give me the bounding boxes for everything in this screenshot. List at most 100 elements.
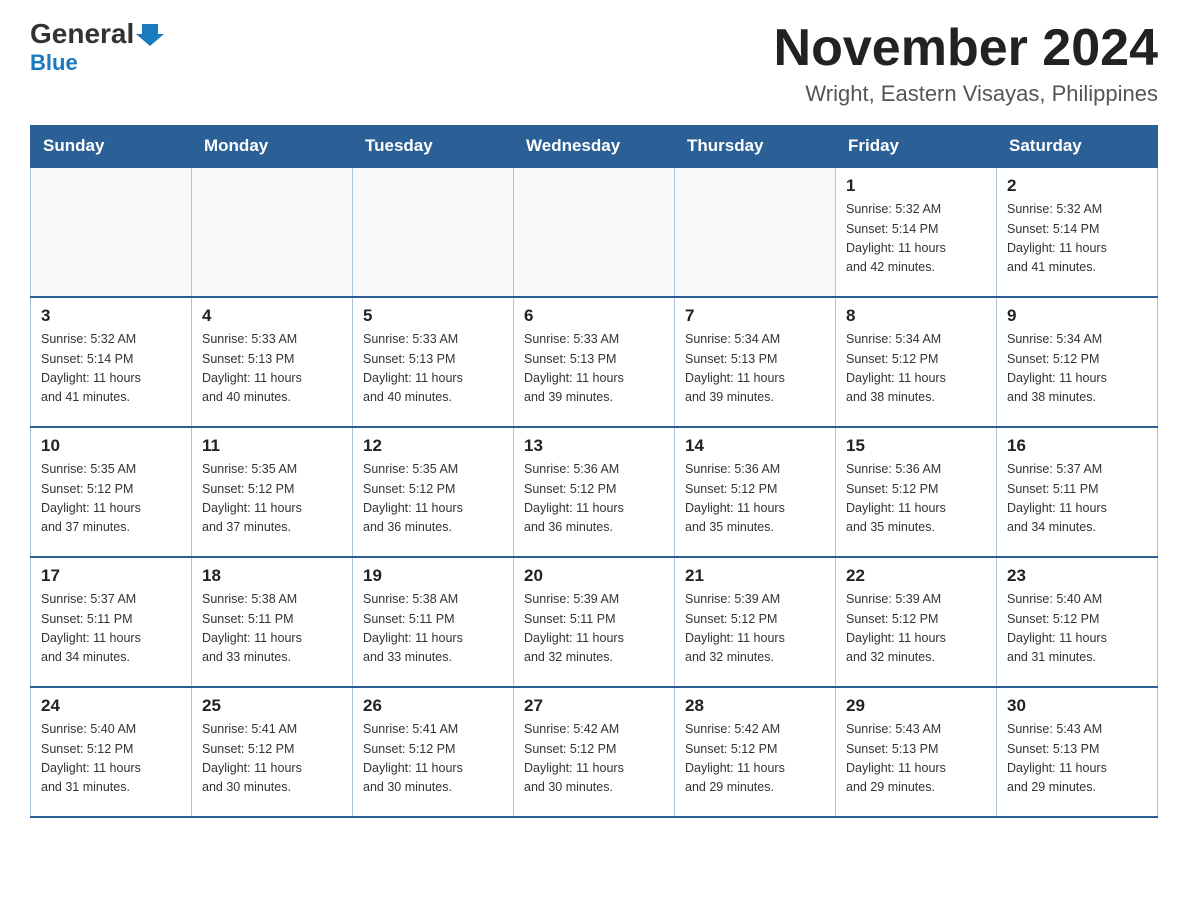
day-number: 28 — [685, 696, 825, 716]
day-info: Sunrise: 5:33 AM Sunset: 5:13 PM Dayligh… — [363, 330, 503, 408]
table-row — [514, 167, 675, 297]
calendar-header-row: Sunday Monday Tuesday Wednesday Thursday… — [31, 126, 1158, 168]
logo-blue-text: Blue — [30, 50, 78, 76]
table-row: 26 Sunrise: 5:41 AM Sunset: 5:12 PM Dayli… — [353, 687, 514, 817]
day-info: Sunrise: 5:34 AM Sunset: 5:12 PM Dayligh… — [846, 330, 986, 408]
table-row: 25 Sunrise: 5:41 AM Sunset: 5:12 PM Dayli… — [192, 687, 353, 817]
table-row: 13 Sunrise: 5:36 AM Sunset: 5:12 PM Dayli… — [514, 427, 675, 557]
table-row: 5Sunrise: 5:33 AM Sunset: 5:13 PM Daylig… — [353, 297, 514, 427]
header-saturday: Saturday — [997, 126, 1158, 168]
table-row: 24 Sunrise: 5:40 AM Sunset: 5:12 PM Dayli… — [31, 687, 192, 817]
day-number: 11 — [202, 436, 342, 456]
header-friday: Friday — [836, 126, 997, 168]
table-row: 8 Sunrise: 5:34 AM Sunset: 5:12 PM Daylig… — [836, 297, 997, 427]
logo-arrow-icon — [136, 20, 164, 48]
table-row: 15 Sunrise: 5:36 AM Sunset: 5:12 PM Dayli… — [836, 427, 997, 557]
table-row: 2Sunrise: 5:32 AM Sunset: 5:14 PM Daylig… — [997, 167, 1158, 297]
day-info: Sunrise: 5:39 AM Sunset: 5:12 PM Dayligh… — [846, 590, 986, 668]
day-number: 4 — [202, 306, 342, 326]
table-row: 28 Sunrise: 5:42 AM Sunset: 5:12 PM Dayli… — [675, 687, 836, 817]
day-info: Sunrise: 5:36 AM Sunset: 5:12 PM Dayligh… — [524, 460, 664, 538]
day-number: 27 — [524, 696, 664, 716]
table-row: 3 Sunrise: 5:32 AM Sunset: 5:14 PM Daylig… — [31, 297, 192, 427]
day-number: 3 — [41, 306, 181, 326]
table-row: 29Sunrise: 5:43 AM Sunset: 5:13 PM Dayli… — [836, 687, 997, 817]
table-row: 21 Sunrise: 5:39 AM Sunset: 5:12 PM Dayli… — [675, 557, 836, 687]
month-title: November 2024 — [774, 20, 1158, 77]
day-info: Sunrise: 5:42 AM Sunset: 5:12 PM Dayligh… — [524, 720, 664, 798]
table-row: 17Sunrise: 5:37 AM Sunset: 5:11 PM Dayli… — [31, 557, 192, 687]
day-number: 10 — [41, 436, 181, 456]
day-info: Sunrise: 5:34 AM Sunset: 5:13 PM Dayligh… — [685, 330, 825, 408]
table-row — [675, 167, 836, 297]
day-info: Sunrise: 5:35 AM Sunset: 5:12 PM Dayligh… — [363, 460, 503, 538]
table-row: 20 Sunrise: 5:39 AM Sunset: 5:11 PM Dayli… — [514, 557, 675, 687]
day-number: 21 — [685, 566, 825, 586]
day-number: 9 — [1007, 306, 1147, 326]
header-wednesday: Wednesday — [514, 126, 675, 168]
header-sunday: Sunday — [31, 126, 192, 168]
table-row: 12 Sunrise: 5:35 AM Sunset: 5:12 PM Dayli… — [353, 427, 514, 557]
day-number: 7 — [685, 306, 825, 326]
day-number: 20 — [524, 566, 664, 586]
calendar-week-row: 24 Sunrise: 5:40 AM Sunset: 5:12 PM Dayli… — [31, 687, 1158, 817]
day-number: 15 — [846, 436, 986, 456]
day-number: 25 — [202, 696, 342, 716]
day-info: Sunrise: 5:37 AM Sunset: 5:11 PM Dayligh… — [41, 590, 181, 668]
day-number: 13 — [524, 436, 664, 456]
day-number: 16 — [1007, 436, 1147, 456]
day-number: 8 — [846, 306, 986, 326]
header-thursday: Thursday — [675, 126, 836, 168]
day-info: Sunrise: 5:41 AM Sunset: 5:12 PM Dayligh… — [363, 720, 503, 798]
calendar-week-row: 10 Sunrise: 5:35 AM Sunset: 5:12 PM Dayli… — [31, 427, 1158, 557]
day-number: 14 — [685, 436, 825, 456]
table-row: 11Sunrise: 5:35 AM Sunset: 5:12 PM Dayli… — [192, 427, 353, 557]
day-info: Sunrise: 5:36 AM Sunset: 5:12 PM Dayligh… — [685, 460, 825, 538]
calendar-table: Sunday Monday Tuesday Wednesday Thursday… — [30, 125, 1158, 818]
day-number: 19 — [363, 566, 503, 586]
day-info: Sunrise: 5:38 AM Sunset: 5:11 PM Dayligh… — [202, 590, 342, 668]
day-number: 18 — [202, 566, 342, 586]
day-info: Sunrise: 5:32 AM Sunset: 5:14 PM Dayligh… — [41, 330, 181, 408]
table-row: 23Sunrise: 5:40 AM Sunset: 5:12 PM Dayli… — [997, 557, 1158, 687]
calendar-week-row: 1 Sunrise: 5:32 AM Sunset: 5:14 PM Daylig… — [31, 167, 1158, 297]
logo: General Blue — [30, 20, 164, 76]
header-tuesday: Tuesday — [353, 126, 514, 168]
table-row: 18 Sunrise: 5:38 AM Sunset: 5:11 PM Dayli… — [192, 557, 353, 687]
title-section: November 2024 Wright, Eastern Visayas, P… — [774, 20, 1158, 107]
day-number: 26 — [363, 696, 503, 716]
table-row: 16 Sunrise: 5:37 AM Sunset: 5:11 PM Dayli… — [997, 427, 1158, 557]
table-row: 27 Sunrise: 5:42 AM Sunset: 5:12 PM Dayli… — [514, 687, 675, 817]
day-info: Sunrise: 5:37 AM Sunset: 5:11 PM Dayligh… — [1007, 460, 1147, 538]
day-info: Sunrise: 5:39 AM Sunset: 5:11 PM Dayligh… — [524, 590, 664, 668]
table-row: 4Sunrise: 5:33 AM Sunset: 5:13 PM Daylig… — [192, 297, 353, 427]
header-monday: Monday — [192, 126, 353, 168]
day-info: Sunrise: 5:40 AM Sunset: 5:12 PM Dayligh… — [41, 720, 181, 798]
table-row: 9Sunrise: 5:34 AM Sunset: 5:12 PM Daylig… — [997, 297, 1158, 427]
table-row: 22 Sunrise: 5:39 AM Sunset: 5:12 PM Dayli… — [836, 557, 997, 687]
day-number: 23 — [1007, 566, 1147, 586]
day-info: Sunrise: 5:41 AM Sunset: 5:12 PM Dayligh… — [202, 720, 342, 798]
day-number: 12 — [363, 436, 503, 456]
day-number: 30 — [1007, 696, 1147, 716]
calendar-week-row: 3 Sunrise: 5:32 AM Sunset: 5:14 PM Daylig… — [31, 297, 1158, 427]
table-row — [353, 167, 514, 297]
table-row: 14 Sunrise: 5:36 AM Sunset: 5:12 PM Dayli… — [675, 427, 836, 557]
day-info: Sunrise: 5:36 AM Sunset: 5:12 PM Dayligh… — [846, 460, 986, 538]
day-number: 22 — [846, 566, 986, 586]
day-info: Sunrise: 5:39 AM Sunset: 5:12 PM Dayligh… — [685, 590, 825, 668]
day-number: 29 — [846, 696, 986, 716]
day-info: Sunrise: 5:35 AM Sunset: 5:12 PM Dayligh… — [41, 460, 181, 538]
day-info: Sunrise: 5:32 AM Sunset: 5:14 PM Dayligh… — [846, 200, 986, 278]
table-row — [192, 167, 353, 297]
page-header: General Blue November 2024 Wright, Easte… — [30, 20, 1158, 107]
day-info: Sunrise: 5:42 AM Sunset: 5:12 PM Dayligh… — [685, 720, 825, 798]
table-row: 1 Sunrise: 5:32 AM Sunset: 5:14 PM Daylig… — [836, 167, 997, 297]
day-number: 2 — [1007, 176, 1147, 196]
day-number: 1 — [846, 176, 986, 196]
table-row: 30 Sunrise: 5:43 AM Sunset: 5:13 PM Dayli… — [997, 687, 1158, 817]
day-info: Sunrise: 5:43 AM Sunset: 5:13 PM Dayligh… — [1007, 720, 1147, 798]
location-text: Wright, Eastern Visayas, Philippines — [774, 81, 1158, 107]
day-number: 24 — [41, 696, 181, 716]
logo-general-text: General — [30, 20, 134, 48]
